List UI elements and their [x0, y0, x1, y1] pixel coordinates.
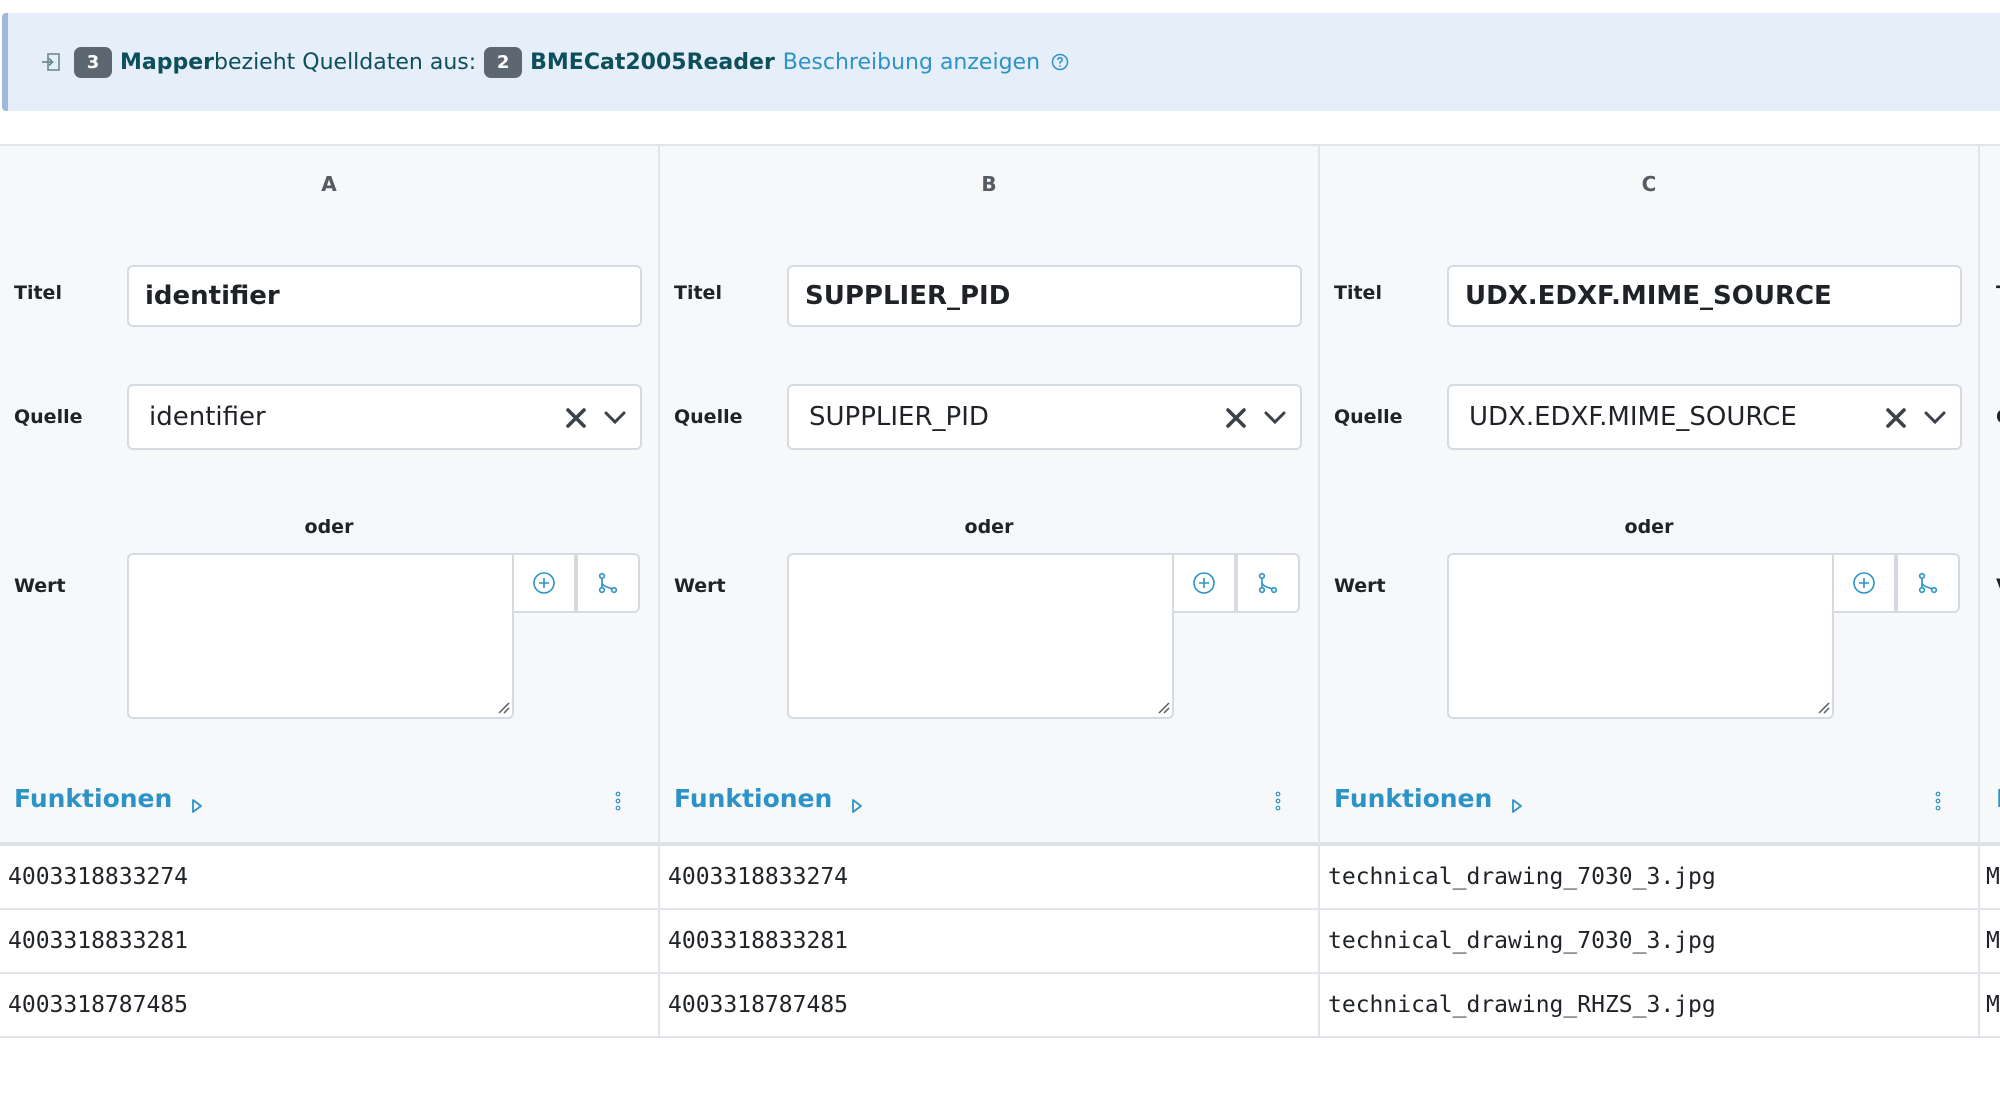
mapper-label: Mapper: [120, 49, 215, 75]
reader-count-badge: 2: [484, 46, 523, 78]
source-text: bezieht Quelldaten aus:: [214, 49, 477, 75]
source-select[interactable]: UDX.EDXF.MIME_SOURCE: [1447, 384, 1962, 450]
field-mapping-button[interactable]: [1236, 553, 1300, 613]
funktionen-label: Funktionen: [674, 784, 833, 813]
caret-right-icon: [1510, 791, 1524, 813]
plus-circle-icon: [533, 572, 555, 594]
oder-label: oder: [1624, 516, 1674, 538]
branch-icon: [598, 572, 618, 594]
oder-label: oder: [964, 516, 1014, 538]
quelle-label-fragment: C: [1996, 406, 2000, 428]
preview-table: 4003318833274 4003318833274 technical_dr…: [0, 846, 2000, 1038]
kebab-menu-icon[interactable]: [1274, 790, 1282, 812]
field-mapping-button[interactable]: [1896, 553, 1960, 613]
add-value-button[interactable]: [512, 553, 576, 613]
column-letter: B: [981, 172, 997, 196]
source-select-value: SUPPLIER_PID: [809, 402, 989, 432]
title-input[interactable]: [787, 265, 1302, 327]
help-circle-icon[interactable]: [1050, 52, 1070, 72]
add-value-button[interactable]: [1832, 553, 1896, 613]
caret-right-icon: [850, 791, 864, 813]
column-letter: A: [321, 172, 337, 196]
table-row: 4003318833281 4003318833281 technical_dr…: [0, 910, 2000, 974]
funktionen-label-fragment[interactable]: F: [1996, 784, 2000, 813]
field-mapping-button[interactable]: [576, 553, 640, 613]
mapping-column-d-partial: T C V F: [1980, 146, 2000, 844]
table-cell: 4003318787485: [0, 974, 660, 1036]
resize-grip-icon[interactable]: [495, 699, 511, 715]
branch-icon: [1918, 572, 1938, 594]
chevron-down-icon[interactable]: [1922, 407, 1948, 429]
table-cell: 4003318833281: [0, 910, 660, 972]
login-icon: [40, 51, 62, 73]
title-input[interactable]: [127, 265, 642, 327]
value-textarea[interactable]: [787, 553, 1174, 719]
funktionen-label: Funktionen: [14, 784, 173, 813]
table-cell: 4003318833274: [660, 846, 1320, 908]
mapping-column-b: B Titel Quelle SUPPLIER_PID oder Wert Fu…: [660, 146, 1320, 844]
titel-label-fragment: T: [1996, 282, 2000, 304]
clear-icon[interactable]: [1884, 406, 1908, 430]
mapping-columns: A Titel Quelle identifier oder Wert Funk…: [0, 144, 2000, 846]
quelle-label: Quelle: [14, 406, 83, 428]
table-cell: M: [1986, 992, 2000, 1018]
quelle-label: Quelle: [1334, 406, 1403, 428]
source-select-value: identifier: [149, 402, 266, 432]
add-value-button[interactable]: [1172, 553, 1236, 613]
caret-right-icon: [190, 791, 204, 813]
table-cell: technical_drawing_7030_3.jpg: [1320, 846, 1980, 908]
funktionen-toggle[interactable]: Funktionen: [674, 784, 864, 813]
mapping-column-a: A Titel Quelle identifier oder Wert Funk…: [0, 146, 660, 844]
oder-label: oder: [304, 516, 354, 538]
funktionen-label: Funktionen: [1334, 784, 1493, 813]
titel-label: Titel: [1334, 282, 1382, 304]
wert-label: Wert: [14, 575, 66, 597]
kebab-menu-icon[interactable]: [614, 790, 622, 812]
resize-grip-icon[interactable]: [1155, 699, 1171, 715]
mapper-count-badge: 3: [74, 46, 112, 78]
plus-circle-icon: [1193, 572, 1215, 594]
source-select[interactable]: SUPPLIER_PID: [787, 384, 1302, 450]
table-cell: technical_drawing_RHZS_3.jpg: [1320, 974, 1980, 1036]
source-select[interactable]: identifier: [127, 384, 642, 450]
wert-label-fragment: V: [1996, 575, 2000, 597]
value-textarea[interactable]: [127, 553, 514, 719]
show-description-link[interactable]: Beschreibung anzeigen: [783, 50, 1040, 75]
titel-label: Titel: [674, 282, 722, 304]
wert-label: Wert: [1334, 575, 1386, 597]
table-cell: 4003318787485: [660, 974, 1320, 1036]
plus-circle-icon: [1853, 572, 1875, 594]
table-cell: 4003318833281: [660, 910, 1320, 972]
wert-label: Wert: [674, 575, 726, 597]
table-row: 4003318833274 4003318833274 technical_dr…: [0, 846, 2000, 910]
branch-icon: [1258, 572, 1278, 594]
quelle-label: Quelle: [674, 406, 743, 428]
titel-label: Titel: [14, 282, 62, 304]
table-cell: M: [1986, 928, 2000, 954]
source-select-value: UDX.EDXF.MIME_SOURCE: [1469, 402, 1797, 432]
table-cell: 4003318833274: [0, 846, 660, 908]
kebab-menu-icon[interactable]: [1934, 790, 1942, 812]
chevron-down-icon[interactable]: [602, 407, 628, 429]
resize-grip-icon[interactable]: [1815, 699, 1831, 715]
funktionen-toggle[interactable]: Funktionen: [14, 784, 204, 813]
title-input[interactable]: [1447, 265, 1962, 327]
reader-name: BMECat2005Reader: [530, 49, 775, 75]
table-cell: M: [1986, 864, 2000, 890]
column-letter: C: [1641, 172, 1657, 196]
chevron-down-icon[interactable]: [1262, 407, 1288, 429]
value-textarea[interactable]: [1447, 553, 1834, 719]
funktionen-toggle[interactable]: Funktionen: [1334, 784, 1524, 813]
clear-icon[interactable]: [564, 406, 588, 430]
source-info-banner: 3 Mapper bezieht Quelldaten aus: 2 BMECa…: [2, 13, 2000, 111]
table-cell: technical_drawing_7030_3.jpg: [1320, 910, 1980, 972]
clear-icon[interactable]: [1224, 406, 1248, 430]
mapping-column-c: C Titel Quelle UDX.EDXF.MIME_SOURCE oder…: [1320, 146, 1980, 844]
table-row: 4003318787485 4003318787485 technical_dr…: [0, 974, 2000, 1038]
